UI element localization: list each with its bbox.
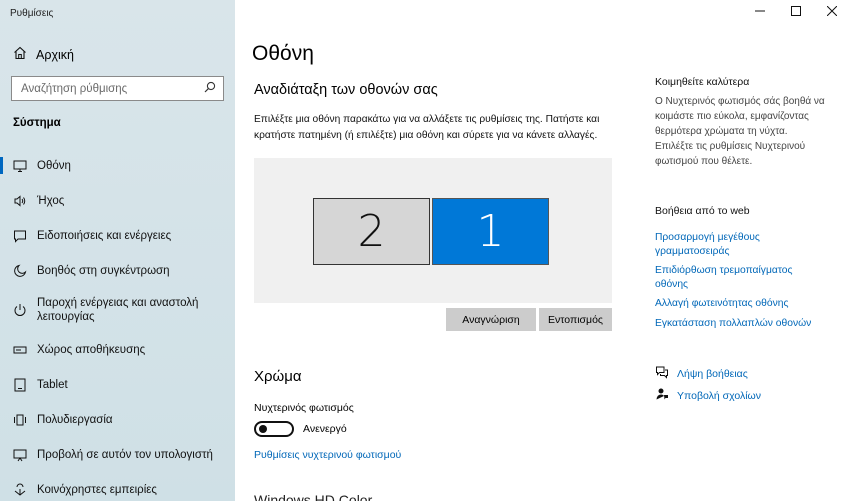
- sidebar-nav: Οθόνη Ήχος Ειδοποιήσεις και ενέργειες Βο…: [0, 148, 235, 501]
- home-nav-item[interactable]: Αρχική: [13, 46, 74, 63]
- detect-button[interactable]: Εντοπισμός: [539, 308, 612, 331]
- toggle-knob: [259, 425, 267, 433]
- home-icon: [13, 46, 27, 63]
- feedback-link[interactable]: Υποβολή σχολίων: [655, 387, 761, 404]
- sidebar-item-label: Προβολή σε αυτόν τον υπολογιστή: [37, 448, 213, 461]
- maximize-button[interactable]: [778, 0, 814, 24]
- section-label: Σύστημα: [13, 117, 61, 129]
- sidebar-item-multitasking[interactable]: Πολυδιεργασία: [0, 402, 235, 437]
- minimize-button[interactable]: [742, 0, 778, 24]
- sidebar-item-storage[interactable]: Χώρος αποθήκευσης: [0, 332, 235, 367]
- search-placeholder: Αναζήτηση ρύθμισης: [21, 82, 128, 95]
- hd-color-heading: Windows HD Color: [254, 492, 373, 501]
- sidebar-item-label: Οθόνη: [37, 159, 71, 172]
- sidebar-item-notifications[interactable]: Ειδοποιήσεις και ενέργειες: [0, 218, 235, 253]
- close-icon: [826, 3, 838, 21]
- sidebar-item-project[interactable]: Προβολή σε αυτόν τον υπολογιστή: [0, 437, 235, 472]
- monitor-1[interactable]: 1: [432, 198, 549, 265]
- brightness-link[interactable]: Αλλαγή φωτεινότητας οθόνης: [655, 297, 825, 311]
- sidebar-item-focus-assist[interactable]: Βοηθός στη συγκέντρωση: [0, 253, 235, 288]
- help-chat-icon: [655, 365, 669, 382]
- sleep-better-heading: Κοιμηθείτε καλύτερα: [655, 76, 750, 88]
- display-arrangement-area: 2 1: [254, 158, 612, 303]
- arrange-heading: Αναδιάταξη των οθονών σας: [254, 82, 438, 98]
- feedback-icon: [655, 387, 669, 404]
- window-title: Ρυθμίσεις: [10, 8, 54, 19]
- night-light-label: Νυχτερινός φωτισμός: [254, 402, 354, 414]
- night-light-state: Ανενεργό: [303, 423, 347, 435]
- night-light-toggle[interactable]: [254, 421, 294, 437]
- page-title: Οθόνη: [252, 42, 314, 65]
- tablet-icon: [13, 378, 27, 392]
- close-button[interactable]: [814, 0, 850, 24]
- sidebar-item-label: Χώρος αποθήκευσης: [37, 343, 146, 356]
- multiple-displays-link[interactable]: Εγκατάσταση πολλαπλών οθονών: [655, 317, 825, 331]
- power-icon: [13, 303, 27, 317]
- sidebar-item-label: Πολυδιεργασία: [37, 413, 113, 426]
- sidebar-item-tablet[interactable]: Tablet: [0, 367, 235, 402]
- sidebar-item-label: Ειδοποιήσεις και ενέργειες: [37, 229, 172, 242]
- main-content: Οθόνη Αναδιάταξη των οθονών σας Επιλέξτε…: [235, 0, 850, 501]
- project-icon: [13, 448, 27, 462]
- home-label: Αρχική: [36, 47, 74, 62]
- search-input[interactable]: Αναζήτηση ρύθμισης: [11, 76, 224, 101]
- window-controls: [742, 0, 850, 24]
- screen-flicker-link[interactable]: Επιδιόρθωση τρεμοπαίγματος οθόνης: [655, 264, 825, 291]
- get-help-label: Λήψη βοήθειας: [677, 367, 748, 380]
- get-help-link[interactable]: Λήψη βοήθειας: [655, 365, 748, 382]
- maximize-icon: [791, 3, 801, 21]
- sidebar-item-label: Tablet: [37, 378, 68, 391]
- notification-icon: [13, 229, 27, 243]
- search-icon[interactable]: [204, 80, 216, 98]
- sidebar-item-shared-experiences[interactable]: Κοινόχρηστες εμπειρίες: [0, 472, 235, 501]
- sleep-better-text: Ο Νυχτερινός φωτισμός σάς βοηθά να κοιμά…: [655, 96, 825, 167]
- storage-icon: [13, 343, 27, 357]
- sidebar-item-power-sleep[interactable]: Παροχή ενέργειας και αναστολή λειτουργία…: [0, 288, 235, 332]
- font-size-link[interactable]: Προσαρμογή μεγέθους γραμματοσειράς: [655, 231, 825, 258]
- shared-icon: [13, 483, 27, 497]
- sidebar-item-label: Βοηθός στη συγκέντρωση: [37, 264, 170, 277]
- color-heading: Χρώμα: [254, 368, 302, 385]
- sidebar: Ρυθμίσεις Αρχική Αναζήτηση ρύθμισης Σύστ…: [0, 0, 235, 501]
- feedback-label: Υποβολή σχολίων: [677, 389, 762, 402]
- sidebar-item-label: Ήχος: [37, 194, 65, 207]
- sidebar-item-label: Κοινόχρηστες εμπειρίες: [37, 483, 157, 496]
- monitor-2[interactable]: 2: [313, 198, 430, 265]
- monitor-icon: [13, 159, 27, 173]
- web-help-heading: Βοήθεια από το web: [655, 205, 750, 217]
- minimize-icon: [755, 3, 765, 21]
- sidebar-item-sound[interactable]: Ήχος: [0, 183, 235, 218]
- multitasking-icon: [13, 413, 27, 427]
- sidebar-item-label: Παροχή ενέργειας και αναστολή λειτουργία…: [37, 297, 199, 323]
- sidebar-item-display[interactable]: Οθόνη: [0, 148, 235, 183]
- identify-button[interactable]: Αναγνώριση: [446, 308, 536, 331]
- moon-icon: [13, 264, 27, 278]
- arrange-description: Επιλέξτε μια οθόνη παρακάτω για να αλλάξ…: [254, 114, 600, 141]
- speaker-icon: [13, 194, 27, 208]
- night-light-settings-link[interactable]: Ρυθμίσεις νυχτερινού φωτισμού: [254, 449, 401, 461]
